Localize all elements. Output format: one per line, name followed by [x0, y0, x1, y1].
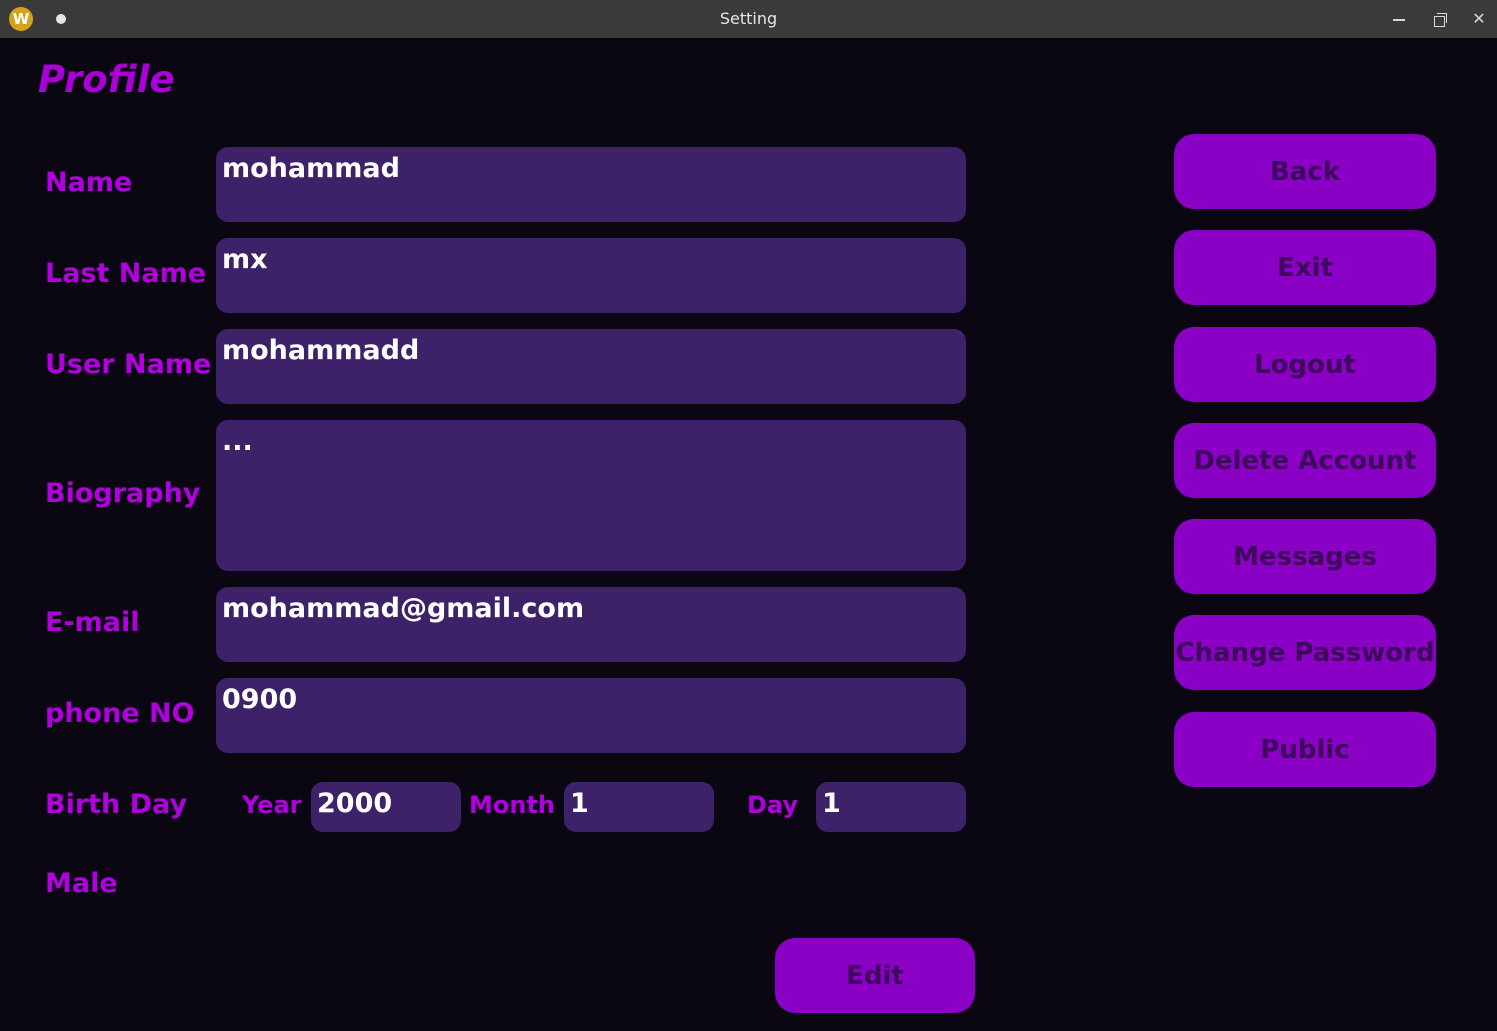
biography-textarea[interactable]: ...	[216, 420, 966, 571]
month-label: Month	[469, 791, 556, 819]
birthday-label: Birth Day	[45, 789, 188, 820]
messages-button[interactable]: Messages	[1174, 519, 1436, 594]
edit-button[interactable]: Edit	[775, 938, 975, 1013]
exit-button[interactable]: Exit	[1174, 230, 1436, 305]
back-button[interactable]: Back	[1174, 134, 1436, 209]
email-label: E-mail	[45, 607, 140, 638]
email-input[interactable]: mohammad@gmail.com	[216, 587, 966, 662]
delete-account-button[interactable]: Delete Account	[1174, 423, 1436, 498]
minimize-icon[interactable]	[1387, 7, 1411, 31]
month-input[interactable]: 1	[564, 782, 714, 832]
day-label: Day	[747, 791, 799, 819]
restore-icon[interactable]	[1427, 7, 1451, 31]
year-label: Year	[242, 791, 302, 819]
close-icon[interactable]: ✕	[1467, 7, 1491, 31]
year-input[interactable]: 2000	[311, 782, 461, 832]
page-title: Profile	[38, 58, 175, 101]
phone-label: phone NO	[45, 698, 195, 729]
title-bar: W Setting ✕	[0, 0, 1497, 38]
logout-button[interactable]: Logout	[1174, 327, 1436, 402]
user-name-label: User Name	[45, 349, 212, 380]
day-input[interactable]: 1	[816, 782, 966, 832]
window-title: Setting	[719, 9, 778, 28]
phone-input[interactable]: 0900	[216, 678, 966, 753]
name-label: Name	[45, 167, 133, 198]
last-name-label: Last Name	[45, 258, 207, 289]
public-button[interactable]: Public	[1174, 712, 1436, 787]
name-input[interactable]: mohammad	[216, 147, 966, 222]
user-name-input[interactable]: mohammadd	[216, 329, 966, 404]
gender-label: Male	[45, 868, 118, 899]
last-name-input[interactable]: mx	[216, 238, 966, 313]
biography-label: Biography	[45, 478, 201, 509]
change-password-button[interactable]: Change Password	[1174, 615, 1436, 690]
